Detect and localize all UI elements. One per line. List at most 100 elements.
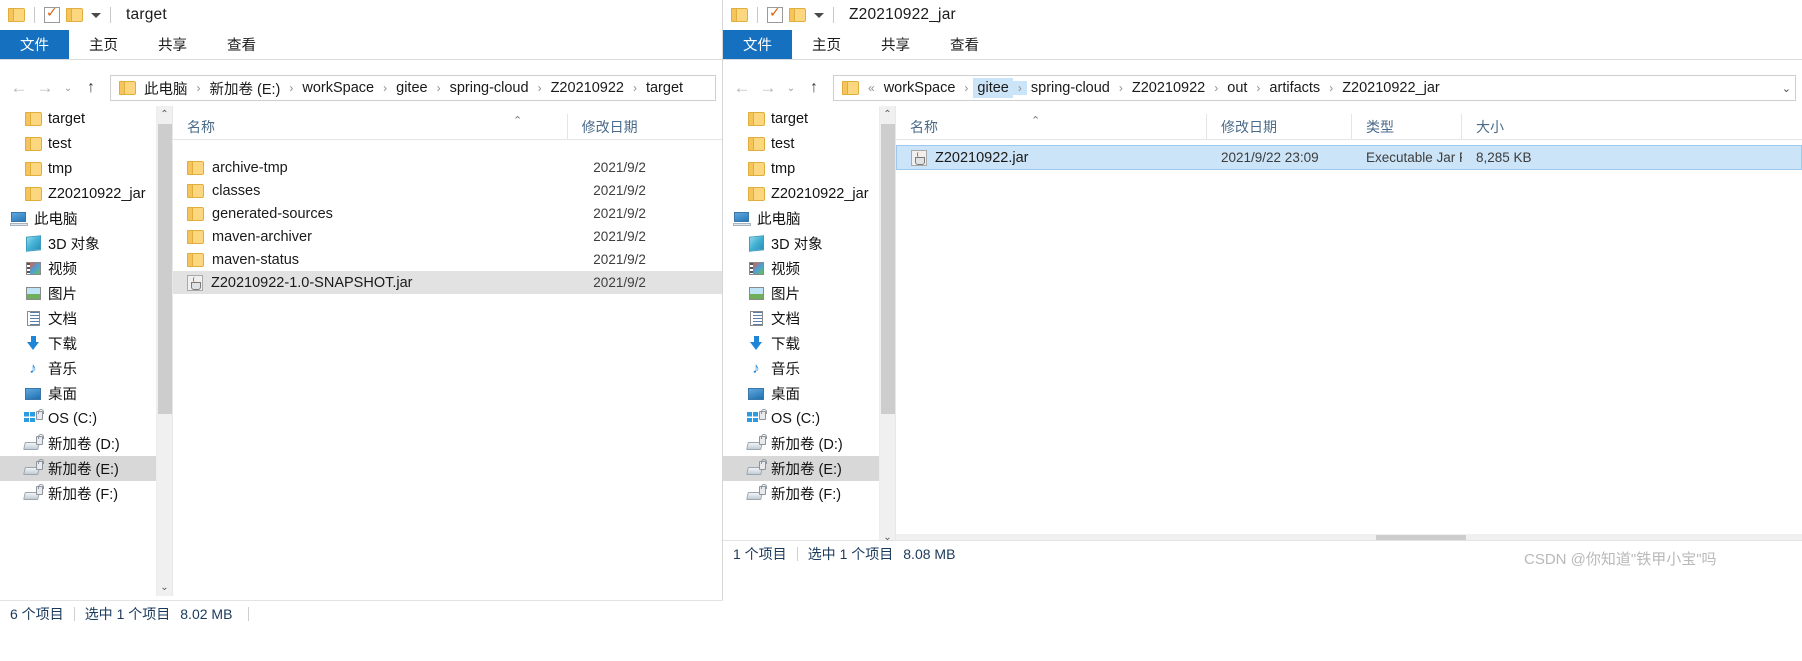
breadcrumb-item-spring-cloud[interactable]: spring-cloud — [1027, 78, 1114, 98]
nav-item-桌面[interactable]: 桌面 — [723, 381, 895, 406]
table-row[interactable]: classes 2021/9/2 — [173, 179, 722, 202]
nav-item-图片[interactable]: 图片 — [723, 281, 895, 306]
up-button[interactable]: ↑ — [801, 75, 827, 101]
table-row[interactable]: Z20210922-1.0-SNAPSHOT.jar 2021/9/2 — [173, 271, 722, 294]
nav-item-桌面[interactable]: 桌面 — [0, 381, 172, 406]
back-button[interactable]: ← — [6, 75, 32, 101]
breadcrumb[interactable]: 此电脑 › 新加卷 (E:) › workSpace › gitee › spring-clou… — [110, 75, 716, 101]
scrollbar-thumb[interactable] — [158, 124, 172, 414]
breadcrumb-chevron-icon[interactable]: › — [432, 81, 446, 95]
up-button[interactable]: ↑ — [78, 75, 104, 101]
breadcrumb-item-z20210922-jar[interactable]: Z20210922_jar — [1338, 78, 1444, 98]
recent-locations-button[interactable]: ⌄ — [58, 75, 78, 101]
breadcrumb-dropdown-icon[interactable]: ⌄ — [1776, 82, 1791, 95]
scroll-down-arrow[interactable]: ⌄ — [157, 579, 172, 596]
nav-item-图片[interactable]: 图片 — [0, 281, 172, 306]
properties-check-icon[interactable] — [767, 4, 783, 23]
nav-item-此电脑[interactable]: 此电脑 — [0, 206, 172, 231]
tab-home[interactable]: 主页 — [792, 30, 861, 59]
nav-item-音乐[interactable]: ♪ 音乐 — [723, 356, 895, 381]
breadcrumb-chevron-icon[interactable]: › — [284, 81, 298, 95]
scroll-up-arrow[interactable]: ⌃ — [880, 106, 895, 123]
tab-home[interactable]: 主页 — [69, 30, 138, 59]
nav-item-3D-对象[interactable]: 3D 对象 — [723, 231, 895, 256]
nav-item-下载[interactable]: 下载 — [0, 331, 172, 356]
nav-item-新加卷-(F:)[interactable]: 新加卷 (F:) — [0, 481, 172, 506]
new-folder-icon[interactable] — [66, 8, 83, 22]
nav-item-下载[interactable]: 下载 — [723, 331, 895, 356]
table-row[interactable]: generated-sources 2021/9/2 — [173, 202, 722, 225]
recent-locations-button[interactable]: ⌄ — [781, 75, 801, 101]
nav-item-音乐[interactable]: ♪ 音乐 — [0, 356, 172, 381]
nav-item-新加卷-(F:)[interactable]: 新加卷 (F:) — [723, 481, 895, 506]
navigation-pane[interactable]: target test tmp Z20210922_jar 此电脑 3D 对象 视频 图片 文档… — [0, 106, 172, 596]
breadcrumb-item-workspace[interactable]: workSpace — [880, 78, 960, 98]
breadcrumb-item--[interactable]: 此电脑 — [140, 76, 192, 100]
breadcrumb-chevron-icon[interactable]: › — [378, 81, 392, 95]
nav-item-视频[interactable]: 视频 — [0, 256, 172, 281]
file-list-pane[interactable]: 名称 ⌃ 修改日期 archive-tmp 2021/9/2 classes 2021… — [172, 106, 722, 596]
breadcrumb-item-out[interactable]: out — [1223, 78, 1251, 98]
breadcrumb-item--e-[interactable]: 新加卷 (E:) — [206, 76, 285, 100]
nav-item-tmp[interactable]: tmp — [0, 156, 172, 181]
nav-item-test[interactable]: test — [0, 131, 172, 156]
breadcrumb-chevron-icon[interactable]: › — [533, 81, 547, 95]
table-row[interactable]: archive-tmp 2021/9/2 — [173, 156, 722, 179]
column-header-name[interactable]: 名称 ⌃ — [896, 114, 1206, 140]
nav-item-3D-对象[interactable]: 3D 对象 — [0, 231, 172, 256]
breadcrumb-chevron-icon[interactable]: › — [1012, 81, 1027, 95]
nav-item-新加卷-(D:)[interactable]: 新加卷 (D:) — [723, 431, 895, 456]
back-button[interactable]: ← — [729, 75, 755, 101]
nav-pane-scrollbar[interactable]: ⌃ ⌄ — [879, 106, 895, 546]
properties-check-icon[interactable] — [44, 4, 60, 23]
nav-item-此电脑[interactable]: 此电脑 — [723, 206, 895, 231]
folder-icon[interactable] — [8, 8, 25, 22]
breadcrumb-item-z20210922[interactable]: Z20210922 — [547, 78, 628, 98]
nav-item-OS-(C:)[interactable]: OS (C:) — [723, 406, 895, 431]
nav-item-视频[interactable]: 视频 — [723, 256, 895, 281]
breadcrumb-chevron-icon[interactable]: › — [1209, 81, 1223, 95]
forward-button[interactable]: → — [755, 75, 781, 101]
table-row[interactable]: Z20210922.jar 2021/9/22 23:09 Executable J… — [896, 145, 1802, 170]
tab-share[interactable]: 共享 — [138, 30, 207, 59]
breadcrumb-item-z20210922[interactable]: Z20210922 — [1128, 78, 1209, 98]
nav-item-target[interactable]: target — [723, 106, 895, 131]
nav-item-新加卷-(E:)[interactable]: 新加卷 (E:) — [723, 456, 895, 481]
column-header-date[interactable]: 修改日期 — [1206, 113, 1351, 140]
table-row[interactable]: maven-archiver 2021/9/2 — [173, 225, 722, 248]
breadcrumb-chevron-icon[interactable]: › — [1324, 81, 1338, 95]
breadcrumb-chevron-icon[interactable]: › — [628, 81, 642, 95]
breadcrumb-item-target[interactable]: target — [642, 78, 687, 98]
scrollbar-thumb[interactable] — [881, 124, 895, 414]
breadcrumb-chevron-icon[interactable]: › — [1251, 81, 1265, 95]
folder-icon[interactable] — [731, 8, 748, 22]
chevron-down-icon[interactable] — [91, 12, 101, 18]
column-header-type[interactable]: 类型 — [1351, 113, 1461, 140]
nav-item-文档[interactable]: 文档 — [723, 306, 895, 331]
nav-item-tmp[interactable]: tmp — [723, 156, 895, 181]
column-header-size[interactable]: 大小 — [1461, 113, 1561, 140]
breadcrumb-chevron-icon[interactable]: › — [1114, 81, 1128, 95]
breadcrumb-item-workspace[interactable]: workSpace — [298, 78, 378, 98]
nav-item-target[interactable]: target — [0, 106, 172, 131]
nav-item-新加卷-(E:)[interactable]: 新加卷 (E:) — [0, 456, 172, 481]
scroll-up-arrow[interactable]: ⌃ — [157, 106, 172, 123]
breadcrumb-chevron-icon[interactable]: › — [192, 81, 206, 95]
nav-pane-scrollbar[interactable]: ⌃ ⌄ — [156, 106, 172, 596]
breadcrumb-item-spring-cloud[interactable]: spring-cloud — [446, 78, 533, 98]
chevron-down-icon[interactable] — [814, 12, 824, 18]
breadcrumb-item-artifacts[interactable]: artifacts — [1265, 78, 1324, 98]
nav-item-Z20210922_jar[interactable]: Z20210922_jar — [0, 181, 172, 206]
breadcrumb-item-gitee[interactable]: gitee — [973, 78, 1013, 98]
breadcrumb-overflow-icon[interactable]: « — [863, 81, 880, 95]
tab-view[interactable]: 查看 — [207, 30, 276, 59]
nav-item-test[interactable]: test — [723, 131, 895, 156]
table-row[interactable]: maven-status 2021/9/2 — [173, 248, 722, 271]
forward-button[interactable]: → — [32, 75, 58, 101]
nav-item-Z20210922_jar[interactable]: Z20210922_jar — [723, 181, 895, 206]
tab-share[interactable]: 共享 — [861, 30, 930, 59]
nav-item-OS-(C:)[interactable]: OS (C:) — [0, 406, 172, 431]
column-header-name[interactable]: 名称 ⌃ — [173, 114, 567, 140]
new-folder-icon[interactable] — [789, 8, 806, 22]
nav-item-新加卷-(D:)[interactable]: 新加卷 (D:) — [0, 431, 172, 456]
